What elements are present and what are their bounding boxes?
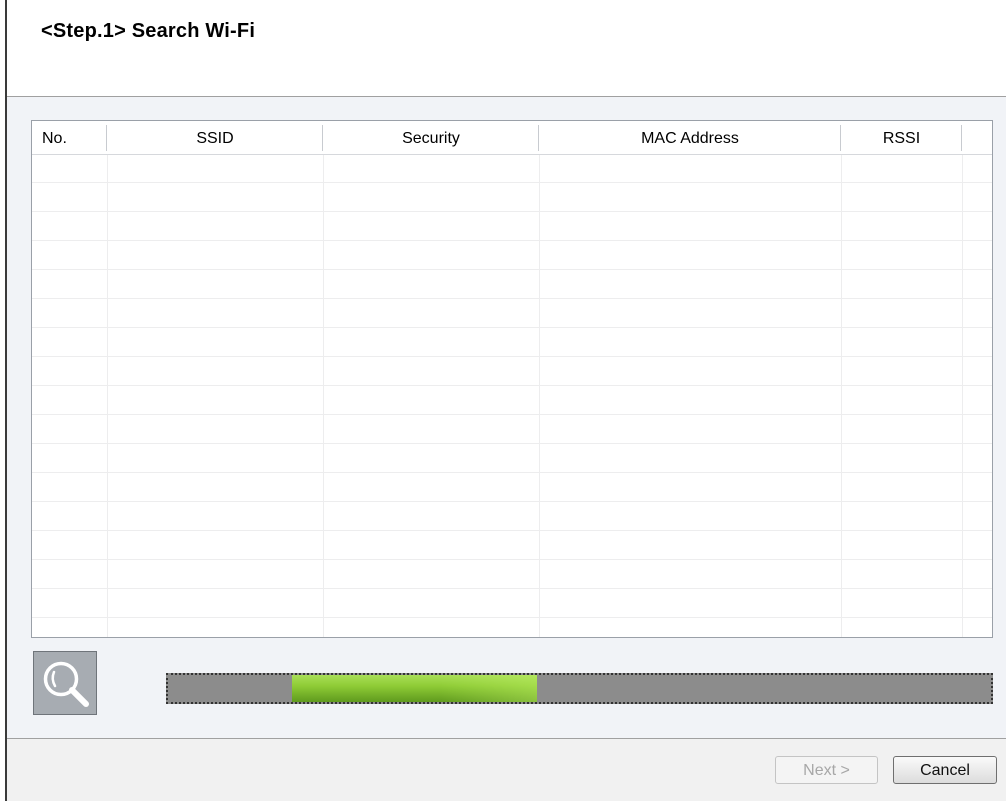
table-row [32, 182, 992, 183]
table-row [32, 559, 992, 560]
table-row [32, 240, 992, 241]
table-column-divider [841, 155, 842, 637]
table-row [32, 617, 992, 618]
wizard-header: <Step.1> Search Wi-Fi [7, 0, 1006, 97]
column-header-ssid[interactable]: SSID [107, 121, 323, 154]
table-row [32, 443, 992, 444]
table-column-divider [107, 155, 108, 637]
table-row [32, 501, 992, 502]
search-wifi-button[interactable] [33, 651, 97, 715]
table-row [32, 356, 992, 357]
progress-fill [292, 675, 537, 702]
table-row [32, 269, 992, 270]
table-row [32, 327, 992, 328]
table-row [32, 385, 992, 386]
column-header-security[interactable]: Security [323, 121, 539, 154]
table-row [32, 472, 992, 473]
table-column-divider [323, 155, 324, 637]
table-column-divider [539, 155, 540, 637]
magnifier-icon [43, 661, 89, 707]
cancel-button[interactable]: Cancel [893, 756, 997, 784]
step-title: <Step.1> Search Wi-Fi [41, 20, 256, 42]
table-column-divider [962, 155, 963, 637]
search-progress-bar [166, 673, 993, 704]
next-button[interactable]: Next > [775, 756, 878, 784]
column-header-rssi[interactable]: RSSI [841, 121, 962, 154]
table-row [32, 298, 992, 299]
table-row [32, 414, 992, 415]
table-header: No. SSID Security MAC Address RSSI [32, 121, 992, 155]
column-header-no[interactable]: No. [32, 121, 107, 154]
wifi-list-table[interactable]: No. SSID Security MAC Address RSSI [31, 120, 993, 638]
table-row [32, 588, 992, 589]
window-left-edge [0, 0, 7, 801]
table-row [32, 211, 992, 212]
column-header-mac-address[interactable]: MAC Address [539, 121, 841, 154]
table-row [32, 530, 992, 531]
column-header-filler [962, 121, 992, 154]
